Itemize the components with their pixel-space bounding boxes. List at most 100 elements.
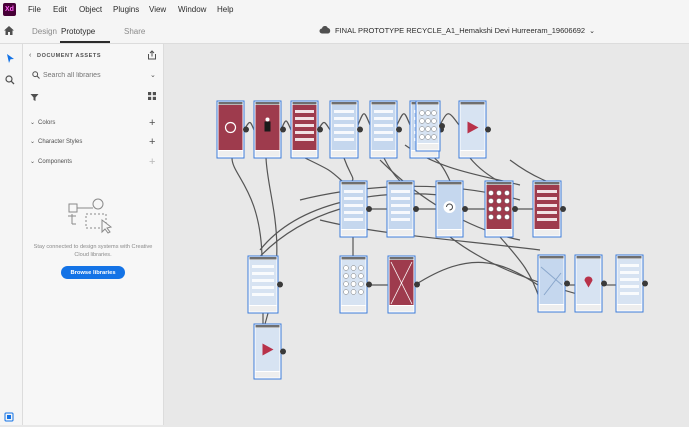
connection-handle[interactable] bbox=[413, 206, 419, 212]
menu-object[interactable]: Object bbox=[79, 5, 102, 14]
artboard-footer bbox=[534, 230, 560, 236]
keypad-key bbox=[431, 110, 437, 116]
flow-wire[interactable] bbox=[469, 157, 499, 182]
connection-handle[interactable] bbox=[396, 126, 402, 133]
tab-design[interactable]: Design bbox=[32, 27, 57, 36]
keypad-key bbox=[350, 273, 357, 279]
flow-wire[interactable] bbox=[414, 261, 539, 286]
grid-view-icon[interactable] bbox=[148, 92, 156, 100]
tab-share[interactable]: Share bbox=[124, 27, 145, 36]
keypad-key bbox=[343, 281, 349, 287]
zoom-tool-icon[interactable] bbox=[5, 75, 15, 85]
keypad-key bbox=[350, 281, 357, 287]
keypad-key bbox=[419, 126, 425, 132]
flow-wire[interactable] bbox=[304, 157, 343, 182]
flow-wire[interactable] bbox=[396, 113, 411, 126]
section-character-styles[interactable]: ⌄ Character Styles + bbox=[23, 135, 163, 151]
left-tool-rail bbox=[0, 44, 23, 425]
flow-wire[interactable] bbox=[231, 157, 263, 257]
refresh-icon bbox=[443, 201, 456, 213]
artboard-header bbox=[249, 257, 277, 260]
add-component-button[interactable]: + bbox=[149, 155, 155, 169]
keypad-key bbox=[431, 126, 437, 132]
back-chevron-icon[interactable]: ‹ bbox=[29, 52, 31, 59]
search-input[interactable] bbox=[43, 69, 143, 81]
keypad-key bbox=[425, 126, 431, 132]
connection-handle[interactable] bbox=[642, 280, 648, 287]
connection-handle[interactable] bbox=[317, 126, 323, 133]
flow-wire[interactable] bbox=[383, 157, 401, 182]
help-icon[interactable] bbox=[4, 412, 14, 422]
flow-wire[interactable] bbox=[509, 159, 561, 185]
tab-prototype[interactable]: Prototype bbox=[61, 27, 95, 36]
content-line bbox=[252, 286, 274, 289]
chevron-down-icon[interactable]: ⌄ bbox=[150, 71, 156, 79]
connection-handle[interactable] bbox=[277, 281, 283, 288]
connection-handle[interactable] bbox=[560, 206, 566, 212]
content-line bbox=[334, 117, 354, 120]
menu-plugins[interactable]: Plugins bbox=[113, 5, 139, 14]
flow-wire[interactable] bbox=[343, 157, 354, 182]
section-colors[interactable]: ⌄ Colors + bbox=[23, 116, 163, 132]
connection-handle[interactable] bbox=[357, 126, 363, 133]
artboard-header bbox=[292, 102, 317, 105]
artboard-footer bbox=[255, 372, 280, 378]
content-line bbox=[620, 278, 639, 281]
filter-icon[interactable] bbox=[30, 93, 39, 102]
menu-file[interactable]: File bbox=[28, 5, 41, 14]
artboard-footer bbox=[341, 230, 366, 236]
keypad-key bbox=[488, 190, 494, 196]
connection-handle[interactable] bbox=[243, 126, 249, 133]
section-components[interactable]: ⌄ Components + bbox=[23, 155, 163, 171]
menu-edit[interactable]: Edit bbox=[53, 5, 67, 14]
select-tool-icon[interactable] bbox=[6, 53, 15, 64]
connection-handle[interactable] bbox=[512, 206, 518, 212]
connection-handle[interactable] bbox=[601, 280, 607, 287]
artboard-footer bbox=[292, 151, 317, 157]
content-line bbox=[252, 279, 274, 282]
motif-figure bbox=[264, 121, 271, 132]
add-character-style-button[interactable]: + bbox=[149, 135, 155, 149]
add-color-button[interactable]: + bbox=[149, 116, 155, 130]
content-line bbox=[620, 292, 639, 295]
artboard-footer bbox=[371, 151, 396, 157]
connection-handle[interactable] bbox=[366, 281, 372, 288]
keypad-key bbox=[350, 265, 357, 271]
content-line bbox=[334, 138, 354, 141]
browse-libraries-button[interactable]: Browse libraries bbox=[61, 266, 125, 279]
menu-view[interactable]: View bbox=[149, 5, 166, 14]
connection-handle[interactable] bbox=[439, 123, 445, 129]
content-line bbox=[252, 272, 274, 275]
artboard-header bbox=[255, 325, 280, 328]
content-line bbox=[391, 197, 410, 200]
content-line bbox=[344, 197, 363, 200]
keypad-key bbox=[358, 281, 364, 287]
connection-handle[interactable] bbox=[485, 126, 491, 133]
connection-handle[interactable] bbox=[366, 206, 372, 212]
connection-handle[interactable] bbox=[462, 206, 468, 212]
keypad-key bbox=[358, 265, 364, 271]
connection-handle[interactable] bbox=[280, 348, 286, 355]
home-icon[interactable] bbox=[3, 25, 15, 36]
content-line bbox=[334, 110, 354, 113]
content-line bbox=[374, 124, 393, 127]
keypad-key bbox=[496, 206, 502, 212]
prototype-canvas[interactable] bbox=[164, 44, 689, 425]
connection-handle[interactable] bbox=[280, 126, 286, 133]
keypad-key bbox=[504, 214, 510, 220]
artboard-header bbox=[341, 182, 366, 185]
flow-wire[interactable] bbox=[357, 113, 371, 126]
connection-handle[interactable] bbox=[414, 281, 420, 288]
content-line bbox=[374, 131, 393, 134]
menu-help[interactable]: Help bbox=[217, 5, 233, 14]
artboard-header bbox=[417, 102, 439, 105]
share-icon[interactable] bbox=[147, 50, 157, 60]
active-tab-indicator bbox=[60, 41, 110, 43]
connection-handle[interactable] bbox=[564, 280, 570, 287]
content-line bbox=[537, 197, 557, 200]
toolbar: Design Prototype Share FINAL PROTOTYPE R… bbox=[0, 19, 689, 44]
document-title[interactable]: FINAL PROTOTYPE RECYCLE_A1_Hemakshi Devi… bbox=[335, 26, 595, 35]
empty-state-message: Stay connected to design systems with Cr… bbox=[33, 244, 153, 258]
menu-window[interactable]: Window bbox=[178, 5, 206, 14]
prototype-flow[interactable] bbox=[164, 44, 689, 425]
